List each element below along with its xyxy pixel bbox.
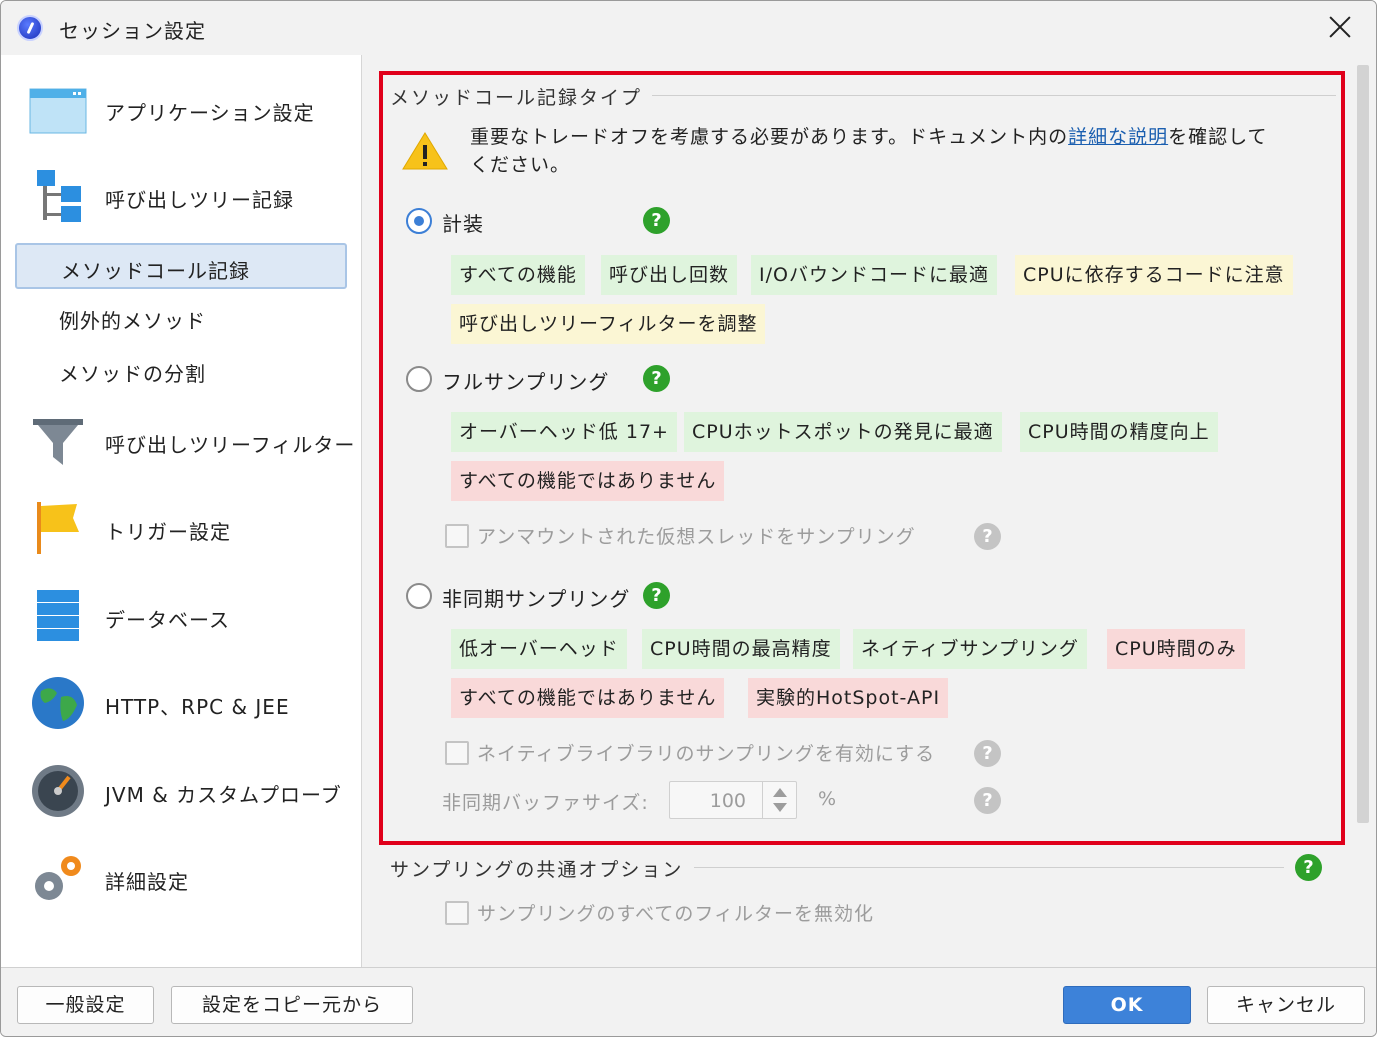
sidebar-item-jvm-custom-probes[interactable]: JVM & カスタムプローブ: [1, 751, 361, 831]
close-icon[interactable]: [1326, 13, 1354, 41]
sidebar-item-label: 詳細設定: [105, 870, 189, 894]
flag-icon: [37, 502, 79, 554]
help-icon: ?: [974, 787, 1001, 814]
warning-text-part: 重要なトレードオフを考慮する必要があります。ドキュメント内の: [470, 126, 1069, 148]
sidebar-item-application-settings[interactable]: アプリケーション設定: [1, 69, 361, 149]
help-icon: ?: [974, 523, 1001, 550]
checkbox-label: アンマウントされた仮想スレッドをサンプリング: [477, 526, 916, 548]
title-bar: セッション設定: [1, 1, 1376, 55]
section-title-common-options: サンプリングの共通オプション: [390, 859, 684, 881]
spinner-up-icon[interactable]: [773, 788, 787, 797]
detailed-explanation-link[interactable]: 詳細な説明: [1068, 126, 1168, 148]
sidebar-item-label: トリガー設定: [105, 520, 231, 544]
tag: 呼び出し回数: [601, 255, 738, 295]
tag: CPUホットスポットの発見に最適: [684, 412, 1002, 452]
radio-label-async-sampling: 非同期サンプリング: [442, 587, 631, 611]
checkbox-native-library-sampling[interactable]: [445, 741, 469, 765]
sidebar-item-advanced-settings[interactable]: 詳細設定: [1, 838, 361, 918]
help-icon[interactable]: ?: [643, 365, 670, 392]
radio-label-full-sampling: フルサンプリング: [442, 370, 610, 394]
database-icon: [37, 590, 79, 641]
tag: 低オーバーヘッド: [451, 629, 627, 669]
warning-text-part: ください。: [470, 154, 571, 176]
sidebar: アプリケーション設定 呼び出しツリー記録 メソッドコール記録 例外的メソッド メ…: [1, 55, 362, 967]
radio-async-sampling[interactable]: [406, 583, 432, 609]
sidebar-item-label: 呼び出しツリー記録: [105, 188, 294, 212]
scrollbar-thumb[interactable]: [1357, 65, 1369, 823]
buffer-unit: %: [818, 788, 838, 810]
session-settings-dialog: セッション設定 アプリケーション設定 呼び出しツリー記録 メソッドコール記録 例…: [0, 0, 1377, 1037]
sidebar-subitem-exceptional-methods[interactable]: 例外的メソッド: [15, 295, 347, 341]
tag: CPU時間の精度向上: [1020, 412, 1218, 452]
app-logo-icon: [17, 15, 43, 41]
tag: 実験的HotSpot-API: [748, 678, 949, 718]
gauge-icon: [32, 765, 84, 817]
cancel-button[interactable]: キャンセル: [1207, 986, 1365, 1024]
sidebar-item-call-tree-filters[interactable]: 呼び出しツリーフィルター: [1, 401, 361, 481]
gears-icon: [35, 856, 81, 900]
warning-icon: [402, 132, 448, 170]
radio-label-instrumentation: 計装: [442, 212, 484, 236]
tag: すべての機能ではありません: [451, 461, 725, 501]
sidebar-item-label: 呼び出しツリーフィルター: [105, 433, 356, 457]
window-title: セッション設定: [59, 19, 206, 43]
section-divider: [652, 95, 1336, 96]
tag: オーバーヘッド低 17+: [451, 412, 677, 452]
sidebar-item-label: HTTP、RPC & JEE: [105, 695, 290, 719]
warning-text: 重要なトレードオフを考慮する必要があります。ドキュメント内の詳細な説明を確認して…: [470, 123, 1330, 179]
globe-icon: [32, 677, 84, 729]
sidebar-subitem-label: メソッドコール記録: [61, 259, 250, 283]
checkbox-label: ネイティブライブラリのサンプリングを有効にする: [477, 743, 936, 765]
funnel-icon: [33, 419, 83, 465]
sidebar-subitem-method-call-recording[interactable]: メソッドコール記録: [15, 243, 347, 289]
sidebar-subitem-label: 例外的メソッド: [59, 309, 206, 333]
radio-instrumentation[interactable]: [406, 208, 432, 234]
tag: CPUに依存するコードに注意: [1015, 255, 1293, 295]
help-icon[interactable]: ?: [643, 582, 670, 609]
help-icon[interactable]: ?: [1295, 854, 1322, 881]
sidebar-item-database[interactable]: データベース: [1, 576, 361, 656]
dialog-footer: 一般設定 設定をコピー元から OK キャンセル: [1, 967, 1376, 1036]
async-buffer-size-spinner[interactable]: 100: [669, 781, 797, 819]
sidebar-item-label: アプリケーション設定: [105, 101, 315, 125]
checkbox-label: サンプリングのすべてのフィルターを無効化: [477, 903, 874, 925]
tag: 呼び出しツリーフィルターを調整: [451, 304, 766, 344]
sidebar-item-call-tree-recording[interactable]: 呼び出しツリー記録: [1, 156, 361, 236]
tag: すべての機能: [451, 255, 585, 295]
tag: I/Oバウンドコードに最適: [751, 255, 997, 295]
spinner-down-icon[interactable]: [773, 803, 787, 812]
tag: ネイティブサンプリング: [853, 629, 1087, 669]
highlight-frame: [379, 71, 1345, 845]
checkbox-sample-unmounted-virtual-threads[interactable]: [445, 524, 469, 548]
sidebar-item-label: JVM & カスタムプローブ: [105, 783, 342, 807]
spinner-arrows[interactable]: [762, 782, 796, 818]
help-icon: ?: [974, 740, 1001, 767]
radio-full-sampling[interactable]: [406, 366, 432, 392]
tree-icon: [37, 170, 81, 222]
copy-settings-from-button[interactable]: 設定をコピー元から: [171, 986, 413, 1024]
ok-button[interactable]: OK: [1063, 986, 1191, 1024]
tag: CPU時間の最高精度: [642, 629, 840, 669]
sidebar-item-http-rpc-jee[interactable]: HTTP、RPC & JEE: [1, 663, 361, 743]
application-window-icon: [29, 88, 87, 134]
tag: CPU時間のみ: [1107, 629, 1245, 669]
checkbox-disable-all-sampling-filters[interactable]: [445, 901, 469, 925]
general-settings-button[interactable]: 一般設定: [17, 986, 154, 1024]
spinner-value: 100: [709, 790, 746, 812]
sidebar-item-label: データベース: [105, 608, 230, 632]
tag: すべての機能ではありません: [451, 678, 725, 718]
settings-panel: メソッドコール記録タイプ 重要なトレードオフを考慮する必要があります。ドキュメン…: [362, 55, 1376, 967]
section-title-recording-type: メソッドコール記録タイプ: [390, 87, 643, 109]
sidebar-subitem-label: メソッドの分割: [59, 362, 206, 386]
vertical-scrollbar[interactable]: [1355, 63, 1371, 965]
sidebar-subitem-split-methods[interactable]: メソッドの分割: [15, 348, 347, 394]
async-buffer-size-label: 非同期バッファサイズ:: [442, 792, 649, 814]
sidebar-item-trigger-settings[interactable]: トリガー設定: [1, 488, 361, 568]
section-divider: [694, 867, 1284, 868]
help-icon[interactable]: ?: [643, 207, 670, 234]
warning-text-part: を確認して: [1168, 126, 1268, 148]
